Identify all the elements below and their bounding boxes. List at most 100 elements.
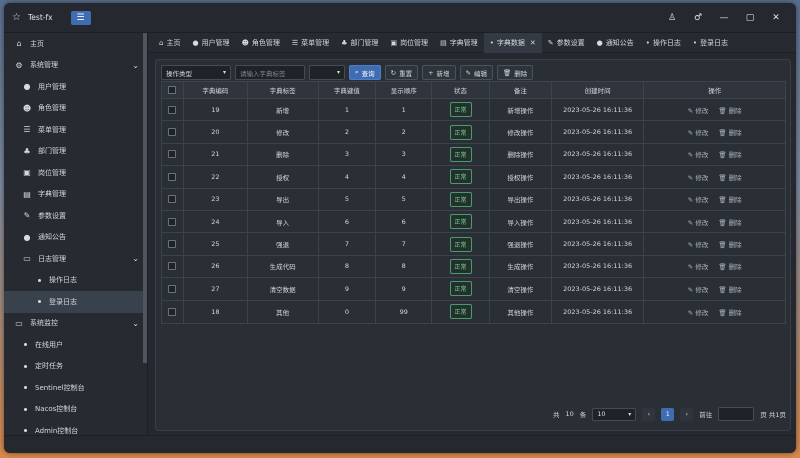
select-all-checkbox[interactable] — [168, 86, 177, 94]
prev-page-button[interactable]: ‹ — [642, 407, 656, 421]
sidebar-item-nacos[interactable]: Nacos控制台 — [4, 399, 147, 421]
row-delete-button[interactable]: 🗑 删除 — [718, 239, 741, 249]
table-row[interactable]: 27 清空数据 9 9 正常 清空操作 2023-05-26 16:11:36 ✎ 修改 🗑 删… — [162, 278, 785, 301]
bullet-icon: • — [645, 38, 650, 47]
page-jump-input[interactable] — [718, 407, 755, 421]
maximize-icon[interactable]: ▢ — [744, 13, 756, 23]
row-delete-button[interactable]: 🗑 删除 — [718, 261, 741, 271]
sidebar-item-roles[interactable]: ☻ 角色管理 — [4, 98, 147, 120]
tab-users[interactable]: ● 用户管理 — [186, 33, 235, 53]
row-checkbox[interactable] — [168, 284, 177, 293]
row-delete-button[interactable]: 🗑 删除 — [718, 194, 741, 204]
sidebar-item-home[interactable]: ⌂ 主页 — [4, 33, 147, 55]
search-button[interactable]: ⌕ 查询 — [349, 65, 381, 80]
row-edit-button[interactable]: ✎ 修改 — [688, 194, 709, 204]
table-row[interactable]: 25 强退 7 7 正常 强退操作 2023-05-26 16:11:36 ✎ 修改 🗑 删除 — [162, 233, 785, 256]
row-delete-button[interactable]: 🗑 删除 — [718, 127, 741, 137]
close-icon[interactable]: ✕ — [770, 13, 782, 23]
sidebar-item-system[interactable]: ⚙ 系统管理 ⌄ — [4, 55, 147, 77]
sidebar-item-depts[interactable]: ♣ 部门管理 — [4, 141, 147, 163]
row-delete-button[interactable]: 🗑 删除 — [718, 307, 741, 317]
type-select[interactable]: 操作类型 ▾ — [161, 65, 231, 80]
reset-button[interactable]: ↻ 重置 — [384, 65, 419, 80]
row-edit-button[interactable]: ✎ 修改 — [688, 284, 709, 294]
row-edit-button[interactable]: ✎ 修改 — [688, 127, 709, 137]
row-delete-button[interactable]: 🗑 删除 — [718, 284, 741, 294]
sidebar-item-config[interactable]: ✎ 参数设置 — [4, 205, 147, 227]
tab-posts[interactable]: ▣ 岗位管理 — [384, 33, 434, 53]
row-edit-button[interactable]: ✎ 修改 — [688, 172, 709, 182]
next-page-button[interactable]: › — [680, 407, 694, 421]
tab-config[interactable]: ✎ 参数设置 — [542, 33, 591, 53]
search-icon: ⌕ — [355, 68, 359, 76]
row-checkbox[interactable] — [168, 240, 177, 249]
status-select[interactable]: ▾ — [309, 65, 345, 80]
row-edit-button[interactable]: ✎ 修改 — [688, 307, 709, 317]
row-edit-button[interactable]: ✎ 修改 — [688, 217, 709, 227]
table-row[interactable]: 18 其他 0 99 正常 其他操作 2023-05-26 16:11:36 ✎ 修改 🗑 删除 — [162, 300, 785, 323]
org-icon: ♣ — [23, 146, 31, 156]
minimize-icon[interactable]: — — [718, 13, 730, 23]
tab-oper-log[interactable]: • 操作日志 — [640, 33, 687, 53]
row-delete-button[interactable]: 🗑 删除 — [718, 149, 741, 159]
row-delete-button[interactable]: 🗑 删除 — [718, 217, 741, 227]
sidebar-item-notice[interactable]: ● 通知公告 — [4, 227, 147, 249]
sidebar-item-sentinel[interactable]: Sentinel控制台 — [4, 377, 147, 399]
edit-button[interactable]: ✎ 编辑 — [459, 65, 493, 80]
sidebar-item-jobs[interactable]: 定时任务 — [4, 356, 147, 378]
close-icon[interactable]: ✕ — [530, 39, 536, 47]
sidebar-item-logs[interactable]: ▭ 日志管理 ⌄ — [4, 248, 147, 270]
sidebar-item-login-log[interactable]: 登录日志 — [4, 291, 147, 313]
cell-remark: 清空操作 — [490, 278, 552, 300]
sidebar-item-online[interactable]: 在线用户 — [4, 334, 147, 356]
cell-value: 8 — [319, 255, 377, 278]
row-edit-button[interactable]: ✎ 修改 — [688, 239, 709, 249]
sidebar-item-dict[interactable]: ▤ 字典管理 — [4, 184, 147, 206]
sidebar-item-oper-log[interactable]: 操作日志 — [4, 270, 147, 292]
delete-button[interactable]: 🗑 删除 — [497, 65, 534, 80]
row-checkbox[interactable] — [168, 105, 177, 114]
label-search-input[interactable]: 请输入字典标签 — [235, 65, 305, 80]
row-delete-button[interactable]: 🗑 删除 — [718, 105, 741, 115]
sidebar-item-users[interactable]: ● 用户管理 — [4, 76, 147, 98]
cell-order: 6 — [376, 210, 433, 233]
row-checkbox[interactable] — [168, 150, 177, 159]
table-row[interactable]: 22 授权 4 4 正常 授权操作 2023-05-26 16:11:36 ✎ 修改 🗑 删除 — [162, 166, 785, 189]
row-checkbox[interactable] — [168, 307, 177, 316]
row-edit-button[interactable]: ✎ 修改 — [688, 105, 709, 115]
tab-menus[interactable]: ☰ 菜单管理 — [286, 33, 335, 53]
row-checkbox[interactable] — [168, 172, 177, 181]
table-row[interactable]: 23 导出 5 5 正常 导出操作 2023-05-26 16:11:36 ✎ 修改 🗑 删除 — [162, 188, 785, 211]
tab-roles[interactable]: ☻ 角色管理 — [236, 33, 286, 53]
tab-dict-data[interactable]: • 字典数据 ✕ — [483, 32, 542, 53]
cell-created: 2023-05-26 16:11:36 — [552, 210, 645, 233]
sidebar-item-monitor[interactable]: ▭ 系统监控 ⌄ — [4, 313, 147, 335]
row-delete-button[interactable]: 🗑 删除 — [718, 172, 741, 182]
table-row[interactable]: 19 新增 1 1 正常 新增操作 2023-05-26 16:11:36 ✎ 修改 🗑 删除 — [162, 99, 785, 122]
row-checkbox[interactable] — [168, 262, 177, 271]
row-checkbox[interactable] — [168, 128, 177, 137]
tab-depts[interactable]: ♣ 部门管理 — [335, 33, 384, 53]
page-size-select[interactable]: 10 ▾ — [592, 407, 637, 421]
table-row[interactable]: 21 删除 3 3 正常 删除操作 2023-05-26 16:11:36 ✎ 修改 🗑 删除 — [162, 143, 785, 167]
tab-home[interactable]: ⌂ 主页 — [153, 33, 186, 53]
tab-dict[interactable]: ▤ 字典管理 — [434, 33, 484, 53]
sidebar-item-menus[interactable]: ☰ 菜单管理 — [4, 119, 147, 141]
row-actions: ✎ 修改 🗑 删除 — [688, 217, 742, 227]
sidebar-scrollbar[interactable] — [143, 33, 147, 363]
add-button[interactable]: + 新增 — [422, 65, 456, 80]
table-row[interactable]: 20 修改 2 2 正常 修改操作 2023-05-26 16:11:36 ✎ 修改 🗑 删除 — [162, 121, 785, 144]
row-checkbox[interactable] — [168, 217, 177, 226]
menu-toggle-button[interactable]: ☰ — [70, 10, 91, 25]
sidebar-item-posts[interactable]: ▣ 岗位管理 — [4, 162, 147, 184]
table-row[interactable]: 26 生成代码 8 8 正常 生成操作 2023-05-26 16:11:36 ✎ 修改 🗑 删… — [162, 255, 785, 279]
shirt-icon[interactable]: ♙ — [666, 13, 678, 23]
tab-notice[interactable]: ● 通知公告 — [591, 33, 640, 53]
table-row[interactable]: 24 导入 6 6 正常 导入操作 2023-05-26 16:11:36 ✎ 修改 🗑 删除 — [162, 210, 785, 234]
row-edit-button[interactable]: ✎ 修改 — [688, 149, 709, 159]
row-edit-button[interactable]: ✎ 修改 — [688, 261, 709, 271]
user-icon[interactable]: ♂ — [692, 13, 704, 23]
tab-login-log[interactable]: • 登录日志 — [687, 33, 734, 53]
row-checkbox[interactable] — [168, 195, 177, 204]
page-number-button[interactable]: 1 — [661, 407, 675, 421]
